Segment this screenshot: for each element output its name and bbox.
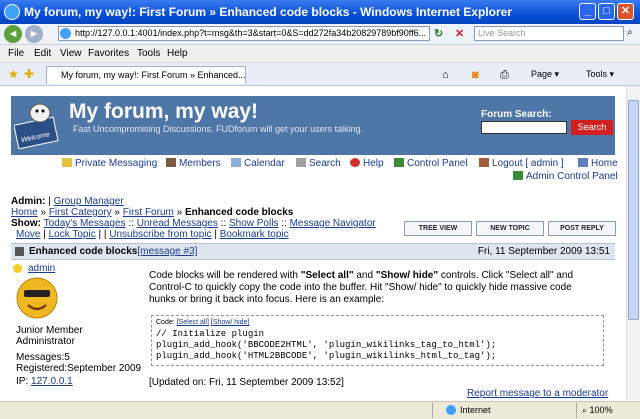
nav-admin-control-panel[interactable]: Admin Control Panel	[513, 171, 618, 182]
unread-messages-link[interactable]: Unread Messages	[137, 218, 218, 229]
nav-calendar[interactable]: Calendar	[231, 158, 285, 169]
nav-logout[interactable]: Logout [ admin ]	[479, 158, 564, 169]
code-select-all-link[interactable]: [Select all]	[177, 319, 209, 326]
forum-tagline: Fast Uncompromising Discussions. FUDforu…	[73, 124, 364, 134]
show-polls-link[interactable]: Show Polls	[229, 218, 278, 229]
breadcrumb-forum[interactable]: First Forum	[123, 207, 174, 218]
code-block: Code: [Select all] [Show/ hide] // Initi…	[151, 315, 604, 366]
show-line: Show: Today's Messages :: Unread Message…	[11, 218, 376, 229]
menu-bar: File Edit View Favorites Tools Help	[0, 45, 640, 63]
code-label: Code:	[156, 319, 175, 326]
nav-private-messaging[interactable]: Private Messaging	[62, 158, 157, 169]
internet-explorer-icon	[4, 4, 20, 20]
back-button[interactable]: ◄	[4, 25, 22, 43]
security-zone: Internet	[460, 405, 491, 415]
menu-view[interactable]: View	[60, 48, 82, 59]
print-icon[interactable]: ⎙	[500, 69, 509, 82]
topic-title: Enhanced code blocks	[29, 246, 138, 257]
message-date: Fri, 11 September 2009 13:51	[477, 246, 610, 257]
forum-search-input[interactable]	[481, 121, 567, 134]
author-name-link[interactable]: admin	[28, 263, 55, 274]
favorites-star-icon[interactable]: ★	[8, 67, 19, 81]
breadcrumb-home[interactable]: Home	[11, 207, 38, 218]
move-topic-link[interactable]: Move	[16, 229, 40, 240]
window-title: My forum, my way!: First Forum » Enhance…	[24, 5, 512, 19]
vertical-scrollbar[interactable]	[626, 86, 640, 400]
nav-members[interactable]: Members	[166, 158, 221, 169]
tree-view-button[interactable]: TREE VIEW	[404, 221, 472, 236]
menu-edit[interactable]: Edit	[34, 48, 51, 59]
avatar	[16, 277, 58, 319]
menu-help[interactable]: Help	[167, 48, 188, 59]
menu-favorites[interactable]: Favorites	[88, 48, 129, 59]
home-icon[interactable]: ⌂	[442, 69, 449, 81]
message-navigator-link[interactable]: Message Navigator	[290, 218, 376, 229]
menu-tools[interactable]: Tools	[137, 48, 160, 59]
message-link[interactable]: [message #3]	[137, 246, 197, 257]
maximize-button[interactable]: □	[598, 3, 615, 20]
post-body: Code blocks will be rendered with "Selec…	[149, 270, 574, 305]
author-ip-link[interactable]: 127.0.0.1	[31, 376, 73, 387]
code-content[interactable]: // Initialize plugin plugin_add_hook('BB…	[156, 329, 496, 362]
updated-note: [Updated on: Fri, 11 September 2009 13:5…	[149, 377, 344, 388]
nav-home[interactable]: Home	[578, 158, 618, 169]
report-message-link[interactable]: Report message to a moderator	[467, 388, 608, 399]
nav-control-panel[interactable]: Control Panel	[394, 158, 468, 169]
tools-menu[interactable]: Tools ▾	[586, 69, 614, 80]
forward-button[interactable]: ►	[25, 25, 43, 43]
code-show-hide-link[interactable]: [Show/ hide]	[211, 319, 250, 326]
close-window-button[interactable]: ✕	[617, 3, 634, 20]
status-bar: Internet ⌕ 100%	[0, 401, 640, 419]
search-icon[interactable]: ⌕	[627, 27, 633, 38]
live-search-input[interactable]: Live Search	[474, 26, 624, 41]
author-role: Administrator	[16, 336, 75, 347]
author-ip: IP: 127.0.0.1	[16, 376, 73, 387]
page-icon	[60, 28, 71, 39]
minimize-button[interactable]: _	[579, 3, 596, 20]
forum-title: My forum, my way!	[69, 100, 259, 123]
lock-topic-link[interactable]: Lock Topic	[49, 229, 96, 240]
page-menu[interactable]: Page ▾	[531, 69, 559, 80]
scrollbar-thumb[interactable]	[628, 100, 639, 320]
breadcrumb-category[interactable]: First Category	[49, 207, 112, 218]
unsubscribe-link[interactable]: Unsubscribe from topic	[109, 229, 211, 240]
forum-logo-icon: Welcome	[14, 103, 59, 149]
feeds-icon[interactable]: ◙	[472, 69, 479, 81]
forum-search-label: Forum Search:	[481, 109, 552, 120]
post-reply-button[interactable]: POST REPLY	[548, 221, 616, 236]
message-icon	[15, 247, 24, 256]
forum-header: My forum, my way! Fast Uncompromising Di…	[11, 96, 615, 155]
topic-actions-line: Move | Lock Topic | | Unsubscribe from t…	[16, 229, 289, 240]
nav-search[interactable]: Search	[296, 158, 341, 169]
bookmark-topic-link[interactable]: Bookmark topic	[220, 229, 289, 240]
nav-help[interactable]: Help	[350, 158, 384, 169]
breadcrumb: Home » First Category » First Forum » En…	[11, 207, 294, 218]
author-registered: Registered:September 2009	[16, 363, 142, 374]
address-input[interactable]: http://127.0.0.1:4001/index.php?t=msg&th…	[58, 26, 430, 41]
author-message-count: Messages:5	[16, 352, 70, 363]
menu-file[interactable]: File	[8, 48, 24, 59]
tab-row: ★ ✚ My forum, my way!: First Forum » Enh…	[0, 63, 640, 86]
breadcrumb-topic: Enhanced code blocks	[184, 207, 294, 218]
todays-messages-link[interactable]: Today's Messages	[44, 218, 126, 229]
address-toolbar: ◄ ► http://127.0.0.1:4001/index.php?t=ms…	[0, 24, 640, 45]
group-manager-link[interactable]: Group Manager	[54, 196, 124, 207]
message-header-bar: Enhanced code blocks[message #3] Fri, 11…	[11, 243, 615, 260]
online-status-icon	[13, 264, 22, 273]
browser-tab[interactable]: My forum, my way!: First Forum » Enhance…	[46, 66, 246, 84]
refresh-icon[interactable]: ↻	[434, 27, 443, 40]
add-favorites-icon[interactable]: ✚	[24, 67, 34, 81]
author-rank: Junior Member	[16, 325, 83, 336]
zoom-icon: ⌕	[582, 405, 590, 415]
zoom-level[interactable]: ⌕ 100%	[582, 405, 613, 416]
forum-search-button[interactable]: Search	[571, 120, 613, 135]
globe-icon	[446, 405, 456, 415]
window-title-bar: My forum, my way!: First Forum » Enhance…	[0, 0, 640, 24]
new-topic-button[interactable]: NEW TOPIC	[476, 221, 544, 236]
admin-line: Admin: | Group Manager	[11, 196, 124, 207]
stop-icon[interactable]: ✕	[455, 27, 464, 40]
